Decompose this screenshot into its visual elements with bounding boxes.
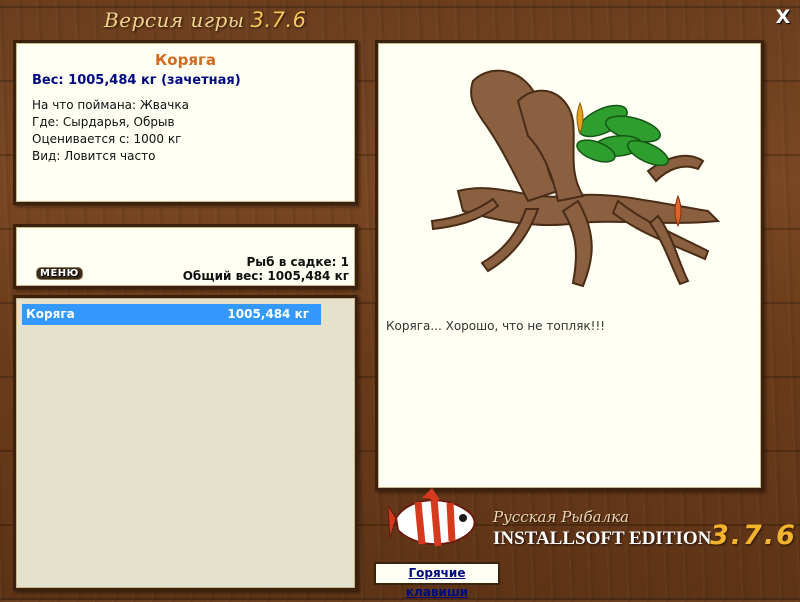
brand-subtitle: Русская Рыбалка [493,508,630,526]
window-title-text: Версия игры [104,8,245,32]
caught-on-line: На что поймана: Жвачка [32,98,189,112]
catch-list: Коряга 1005,484 кг [13,295,358,591]
fish-preview-panel: Коряга... Хорошо, что не топляк!!! [375,40,764,491]
brand-logo: Русская Рыбалка INSTALLSOFT EDITION 3.7.… [388,486,795,562]
total-weight: Общий вес: 1005,484 кг [182,269,349,283]
brand-version: 3.7.6 [710,520,797,551]
location-line: Где: Сырдарья, Обрыв [32,115,175,129]
brand-edition: INSTALLSOFT EDITION [493,528,712,549]
list-item[interactable]: Коряга 1005,484 кг [22,304,321,325]
preview-comment: Коряга... Хорошо, что не топляк!!! [386,319,606,333]
fish-count: Рыб в садке: 1 [246,255,350,269]
frequency-line: Вид: Ловится часто [32,149,156,163]
fish-info-panel: Коряга Вес: 1005,484 кг (зачетная) На чт… [13,40,358,205]
catch-summary-panel: Рыб в садке: 1 Общий вес: 1005,484 кг МЕ… [13,224,358,289]
driftwood-image [430,69,721,288]
window-version: 3.7.6 [250,8,307,32]
fish-name: Коряга [155,51,216,69]
fish-logo-icon [388,488,476,547]
fish-weight: Вес: 1005,484 кг (зачетная) [32,73,241,88]
list-item-name: Коряга [26,307,75,321]
hotkeys-button[interactable]: Горячие клавиши [374,562,500,599]
close-button[interactable]: X [773,7,793,27]
window-title: Версия игры 3.7.6 [104,8,307,38]
list-item-weight: 1005,484 кг [227,307,309,321]
menu-button[interactable]: МЕНЮ [36,267,83,280]
rated-from-line: Оценивается с: 1000 кг [32,132,182,146]
